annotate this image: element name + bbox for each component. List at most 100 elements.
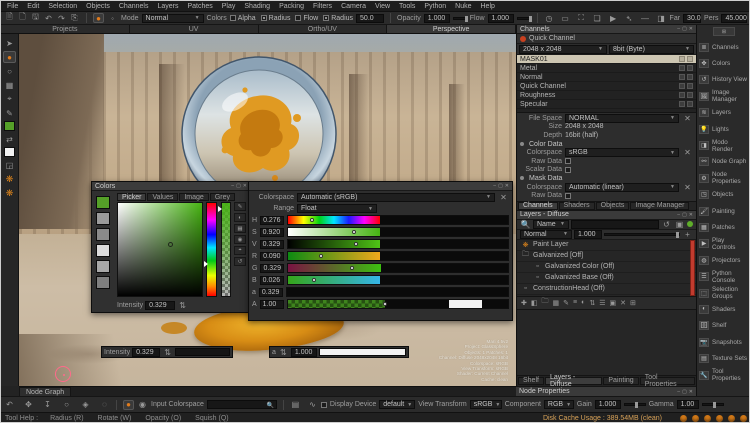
palette-list-item[interactable]: 🗄 Shelf <box>697 318 750 334</box>
window-control-icon[interactable]: ✕ <box>505 183 509 189</box>
nav-tool-icon[interactable]: ○ <box>61 400 72 410</box>
menu-item[interactable]: Tools <box>399 3 415 10</box>
component-dropdown[interactable]: RGB▼ <box>544 400 574 409</box>
viewport-tab[interactable]: UV <box>130 25 259 33</box>
color-colorspace-dropdown[interactable]: sRGB▼ <box>565 148 679 157</box>
quick-channel-button[interactable]: Quick Channel <box>529 35 575 42</box>
menu-item[interactable]: Layers <box>157 3 178 10</box>
slider-track[interactable] <box>287 263 509 273</box>
view-tool-icon[interactable]: ▶ <box>608 13 619 23</box>
colorspace-dropdown[interactable]: Automatic (sRGB)▼ <box>297 193 495 202</box>
swap-colors-icon[interactable]: ⇄ <box>3 133 16 145</box>
background-color-swatch[interactable] <box>4 147 15 157</box>
file-tool-icon[interactable]: 🖫 <box>30 13 41 23</box>
file-tool-icon[interactable]: 🗎 <box>4 13 15 23</box>
nav-tool-icon[interactable]: ◌ <box>99 400 110 410</box>
view-tool-icon[interactable]: ◷ <box>544 13 555 23</box>
a-slider-track[interactable] <box>286 287 509 297</box>
saturation-value-picker[interactable] <box>117 202 203 297</box>
scalar-data-checkbox[interactable] <box>565 167 571 173</box>
layer-action-icon[interactable]: ≡ <box>573 299 577 306</box>
slider-value-field[interactable]: 0.026 <box>260 276 284 285</box>
layer-action-icon[interactable]: ◧ <box>531 299 538 307</box>
intensity-field[interactable]: 0.329 <box>132 348 160 357</box>
layer-scrollbar[interactable] <box>690 240 695 296</box>
nav-tool-icon[interactable]: ↧ <box>42 400 53 410</box>
slider-handle[interactable] <box>312 278 316 282</box>
palette-list-item[interactable]: 🖌 Painting <box>697 203 750 219</box>
menu-item[interactable]: Help <box>481 3 495 10</box>
layer-row[interactable]: 🗀 Galvanized [Off] <box>517 251 696 262</box>
channel-row[interactable]: Roughness <box>517 91 696 100</box>
view-tool-icon[interactable]: ❏ <box>592 13 603 23</box>
toolbar-checkbox[interactable]: Radius <box>261 15 291 22</box>
slider-handle[interactable] <box>354 242 358 246</box>
layer-row[interactable]: ▫ Galvanized Color (Off) <box>517 262 696 273</box>
radius-field[interactable]: 50.0 <box>356 14 384 23</box>
dock-tab[interactable]: Shaders <box>559 202 595 210</box>
slider-value-field[interactable]: 0.276 <box>260 216 284 225</box>
channel-row[interactable]: Specular <box>517 100 696 109</box>
toolbar-checkbox[interactable]: Flow <box>295 15 318 22</box>
quick-channel-icon[interactable] <box>520 36 526 42</box>
picker-tool-icon[interactable]: ↺ <box>234 257 246 266</box>
file-tool-icon[interactable]: 🗋 <box>17 13 28 23</box>
window-control-icon[interactable]: ▢ <box>682 212 687 218</box>
display-tool-icon[interactable]: ▤ <box>290 400 301 410</box>
palette-list-item[interactable]: ▤ Texture Sets <box>697 350 750 366</box>
reset-icon[interactable]: ✕ <box>682 113 693 123</box>
layer-action-icon[interactable]: ▦ <box>553 299 560 307</box>
display-checkbox[interactable] <box>321 402 327 408</box>
layer-row[interactable]: ▫ ConstructionHead (Off) <box>517 284 696 295</box>
nav-tool-icon[interactable]: ↶ <box>4 400 15 410</box>
slider-track[interactable] <box>287 215 509 225</box>
window-control-icon[interactable]: – <box>493 183 496 189</box>
slider-value-field[interactable]: 0.329 <box>260 264 284 273</box>
node-graph-tab[interactable]: Node Graph <box>19 387 71 396</box>
smear-tool-icon[interactable]: ○ <box>3 65 16 77</box>
paint-tool-icon[interactable]: ● <box>3 51 16 63</box>
channel-depth-dropdown[interactable]: 8bit (Byte)▼ <box>609 45 694 54</box>
menu-item[interactable]: Play <box>222 3 236 10</box>
palette-list-item[interactable]: ↺ History View <box>697 72 750 88</box>
bottom-dock-tab[interactable]: Shelf <box>518 377 544 385</box>
nav-tool-icon[interactable]: ✥ <box>23 400 34 410</box>
blend-amount-slider[interactable] <box>604 233 680 236</box>
window-control-icon[interactable]: ▢ <box>498 183 503 189</box>
shelf-splat-icon[interactable]: ❋ <box>3 173 16 185</box>
foreground-color-swatch[interactable] <box>4 121 15 131</box>
mode-dropdown[interactable]: Normal▼ <box>142 14 204 23</box>
window-control-icon[interactable]: – <box>677 212 680 218</box>
menu-item[interactable]: Patches <box>187 3 212 10</box>
a-value-field[interactable]: 0.329 <box>259 288 283 297</box>
menu-item[interactable]: View <box>375 3 390 10</box>
raw-data-checkbox[interactable] <box>565 193 571 199</box>
palette-list-item[interactable]: 🔧 Tool Properties <box>697 367 750 383</box>
paint-brush-icon[interactable]: ● <box>123 400 134 410</box>
menu-item[interactable]: File <box>7 3 18 10</box>
bottom-dock-tab[interactable]: Layers - Diffuse <box>545 377 602 385</box>
layer-action-icon[interactable]: ⇅ <box>589 299 595 307</box>
raw-data-checkbox[interactable] <box>565 158 571 164</box>
input-colorspace-search[interactable]: 🔍 <box>207 400 277 409</box>
slider-track[interactable] <box>287 275 509 285</box>
far-field[interactable]: 30.0 <box>683 14 701 23</box>
slider-handle[interactable] <box>310 218 314 222</box>
layer-action-icon[interactable]: ⊞ <box>630 299 636 307</box>
file-tool-icon[interactable]: ↷ <box>56 13 67 23</box>
palette-list-item[interactable]: ☰ Python Console <box>697 268 750 284</box>
palette-list-item[interactable]: ◐ Shaders <box>697 301 750 317</box>
picker-tool-icon[interactable]: ⌖ <box>234 246 246 255</box>
window-control-icon[interactable]: ✕ <box>689 26 693 32</box>
layer-action-icon[interactable]: 🗀 <box>542 297 549 308</box>
view-tool-icon[interactable]: ➴ <box>624 13 635 23</box>
vector-brush-tool-icon[interactable]: ✎ <box>3 107 16 119</box>
node-properties-titlebar[interactable]: Node Properties –▢✕ <box>516 386 696 396</box>
menu-item[interactable]: Edit <box>27 3 39 10</box>
alpha-value-field[interactable]: 1.00 <box>260 300 284 309</box>
hue-strip[interactable] <box>206 202 217 297</box>
colors-tab[interactable]: Grey <box>210 193 235 201</box>
opacity-slider[interactable] <box>453 17 467 20</box>
window-control-icon[interactable]: ✕ <box>243 183 247 189</box>
checkbox-icon[interactable] <box>323 15 329 21</box>
